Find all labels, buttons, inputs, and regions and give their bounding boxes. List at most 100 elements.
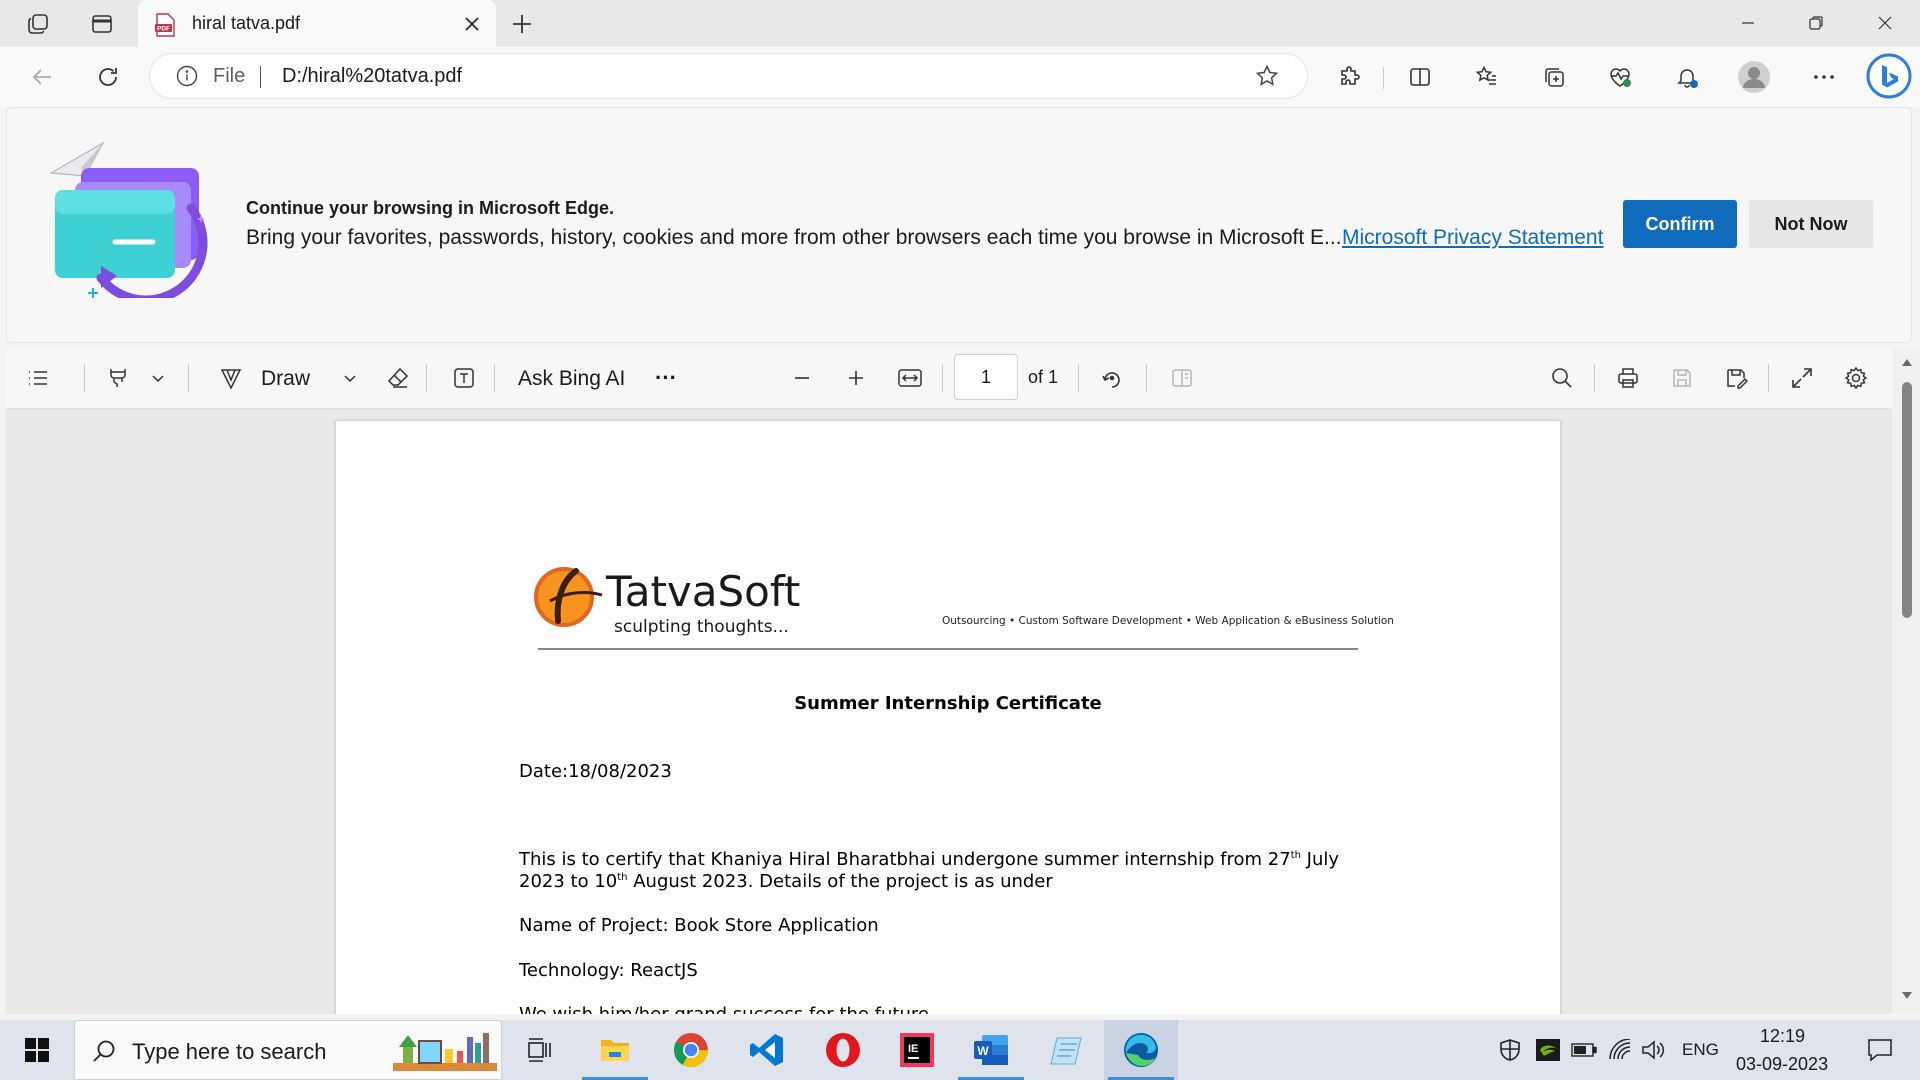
puzzle-icon — [1341, 66, 1360, 85]
bing-copilot-button[interactable] — [1864, 51, 1914, 101]
toolbar-separator — [188, 364, 189, 392]
refresh-button[interactable] — [88, 57, 128, 97]
eraser-icon — [387, 367, 409, 388]
highlight-options-button[interactable] — [146, 360, 170, 396]
notifications-button[interactable] — [1667, 57, 1707, 97]
taskbar: Type here to search IE W ENG 12:19 03-09… — [0, 1020, 1920, 1080]
contents-button[interactable] — [20, 360, 56, 396]
vertical-scrollbar[interactable] — [1893, 348, 1920, 1014]
chevron-down-icon — [344, 375, 356, 383]
settings-more-button[interactable] — [1804, 57, 1844, 97]
draw-options-button[interactable] — [338, 360, 362, 396]
save-button[interactable] — [1664, 360, 1700, 396]
word-icon: W — [974, 1035, 1008, 1065]
tray-volume[interactable] — [1636, 1020, 1672, 1080]
privacy-statement-link[interactable]: Microsoft Privacy Statement — [1342, 226, 1603, 250]
import-data-banner: Continue your browsing in Microsoft Edge… — [6, 107, 1912, 343]
print-button[interactable] — [1610, 360, 1646, 396]
plus-icon — [849, 371, 863, 385]
clock-date[interactable]: 03-09-2023 — [1736, 1054, 1828, 1075]
restore-button[interactable] — [1781, 0, 1851, 46]
confirm-button[interactable]: Confirm — [1623, 200, 1737, 248]
address-bar[interactable]: File D:/hiral%20tatva.pdf — [150, 54, 1307, 98]
table-of-contents-icon — [29, 371, 47, 385]
speaker-icon — [1642, 1040, 1665, 1060]
fit-to-width-button[interactable] — [892, 360, 928, 396]
heart-pulse-icon — [1610, 68, 1631, 87]
not-now-button[interactable]: Not Now — [1749, 200, 1873, 248]
body-text: 2023 to 10 — [519, 871, 618, 892]
save-as-button[interactable] — [1718, 360, 1754, 396]
ask-bing-button[interactable]: Ask Bing AI — [518, 367, 625, 391]
pdf-icon: PDF — [155, 13, 175, 37]
taskbar-file-explorer[interactable] — [578, 1020, 652, 1080]
logo-wordmark: TatvaSoft — [606, 567, 801, 616]
vertical-tabs-button[interactable] — [84, 6, 120, 42]
draw-button[interactable] — [213, 360, 249, 396]
taskbar-vscode[interactable] — [730, 1020, 804, 1080]
pdf-viewer: TatvaSoft sculpting thoughts... Outsourc… — [6, 409, 1892, 1014]
back-button[interactable] — [22, 57, 62, 97]
extensions-button[interactable] — [1330, 57, 1370, 97]
tray-security[interactable] — [1492, 1020, 1528, 1080]
split-screen-button[interactable] — [1400, 57, 1440, 97]
erase-button[interactable] — [380, 360, 416, 396]
superscript: th — [1290, 850, 1301, 861]
tab-active[interactable]: PDF hiral tatva.pdf — [138, 0, 496, 48]
taskbar-search[interactable]: Type here to search — [74, 1020, 502, 1080]
url-text[interactable]: D:/hiral%20tatva.pdf — [282, 65, 462, 88]
tray-nvidia[interactable] — [1530, 1020, 1566, 1080]
tray-battery[interactable] — [1566, 1020, 1602, 1080]
pdf-page: TatvaSoft sculpting thoughts... Outsourc… — [336, 421, 1560, 1014]
tray-network[interactable] — [1602, 1020, 1638, 1080]
gear-icon — [1844, 366, 1868, 390]
taskbar-intellij[interactable]: IE — [880, 1020, 954, 1080]
taskbar-chrome[interactable] — [654, 1020, 728, 1080]
browser-essentials-button[interactable] — [1600, 57, 1640, 97]
svg-text:IE: IE — [908, 1043, 918, 1055]
taskbar-notes-app[interactable] — [1030, 1020, 1104, 1080]
collections-button[interactable] — [1534, 57, 1574, 97]
language-indicator[interactable]: ENG — [1682, 1040, 1719, 1060]
page-view-button[interactable] — [1164, 360, 1200, 396]
close-window-button[interactable] — [1850, 0, 1920, 46]
toolbar-separator — [1078, 364, 1079, 392]
info-icon[interactable] — [176, 65, 198, 87]
body-text: July — [1300, 849, 1340, 870]
rotate-button[interactable] — [1094, 360, 1130, 396]
highlight-button[interactable] — [100, 360, 136, 396]
taskbar-word[interactable]: W — [954, 1020, 1028, 1080]
scroll-up-arrow-icon[interactable] — [1901, 358, 1913, 368]
pdf-settings-button[interactable] — [1838, 360, 1874, 396]
task-view-button[interactable] — [502, 1020, 576, 1080]
more-tools-button[interactable]: ··· — [648, 360, 684, 396]
scroll-down-arrow-icon[interactable] — [1901, 990, 1913, 1000]
minimize-button[interactable] — [1713, 0, 1783, 46]
full-screen-button[interactable] — [1784, 360, 1820, 396]
restore-icon — [1809, 16, 1823, 30]
search-placeholder: Type here to search — [132, 1039, 327, 1064]
taskbar-opera[interactable] — [806, 1020, 880, 1080]
svg-text:PDF: PDF — [157, 26, 170, 33]
taskbar-edge[interactable] — [1104, 1020, 1178, 1080]
draw-label[interactable]: Draw — [261, 367, 310, 391]
start-button[interactable] — [0, 1020, 74, 1080]
toolbar-separator — [1146, 364, 1147, 392]
favorite-star-icon[interactable] — [1255, 64, 1279, 88]
zoom-out-button[interactable] — [784, 360, 820, 396]
add-text-button[interactable] — [446, 360, 482, 396]
clock-time[interactable]: 12:19 — [1760, 1026, 1805, 1047]
new-tab-button[interactable] — [504, 6, 540, 42]
profile-button[interactable] — [1734, 57, 1774, 97]
toolbar-separator — [942, 364, 943, 392]
svg-text:W: W — [977, 1044, 989, 1058]
zoom-in-button[interactable] — [838, 360, 874, 396]
page-number-input[interactable]: 1 — [954, 354, 1018, 400]
notification-center-button[interactable] — [1852, 1020, 1908, 1080]
workspaces-button[interactable] — [20, 6, 56, 42]
tab-title: hiral tatva.pdf — [192, 13, 301, 33]
scroll-thumb[interactable] — [1902, 382, 1912, 618]
find-button[interactable] — [1544, 360, 1580, 396]
favorites-button[interactable] — [1467, 57, 1507, 97]
close-tab-icon[interactable] — [464, 16, 480, 32]
